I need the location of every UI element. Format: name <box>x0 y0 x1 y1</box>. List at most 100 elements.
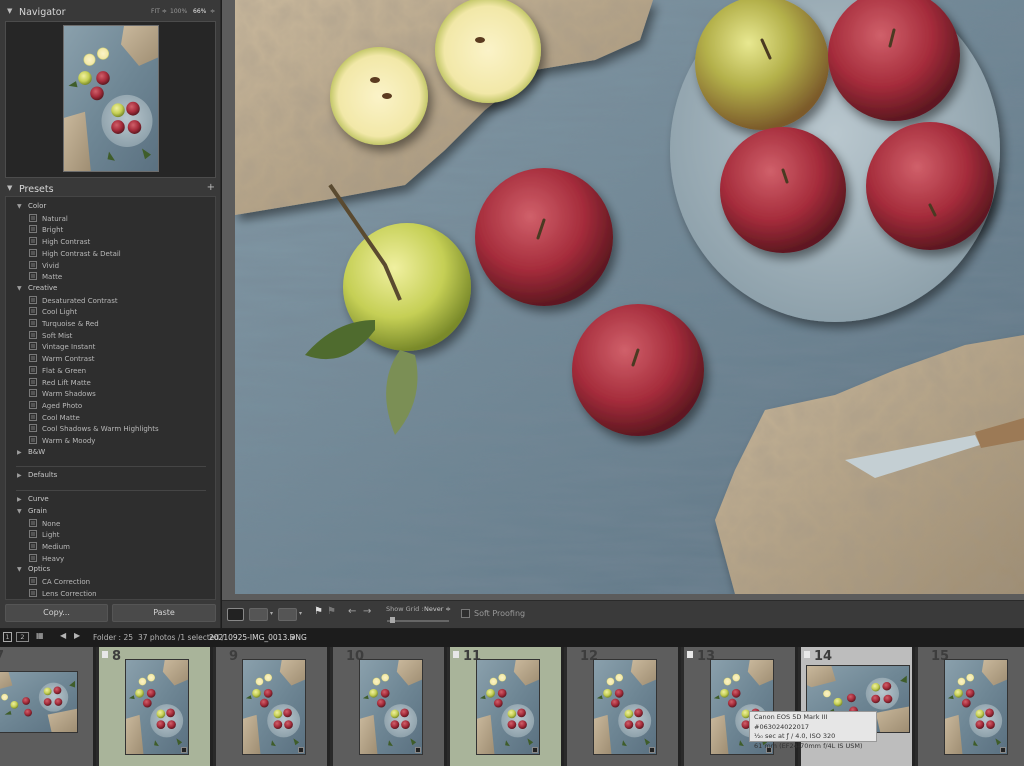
secondary-display-button[interactable]: 2 <box>16 632 29 642</box>
copy-button[interactable]: Copy... <box>5 604 108 622</box>
photo-thumbnail[interactable] <box>125 659 189 755</box>
collapsed-triangle-icon[interactable]: ▶ <box>17 449 22 456</box>
preset-group-defaults[interactable]: ▶ Defaults <box>17 471 57 482</box>
preset-item[interactable]: Red Lift Matte <box>29 377 91 389</box>
preset-item[interactable]: Flat & Green <box>29 365 87 377</box>
preset-item[interactable]: Turquoise & Red <box>29 319 99 330</box>
preset-item-label: Flat & Green <box>42 366 87 375</box>
preset-item[interactable]: High Contrast & Detail <box>29 248 121 260</box>
loupe-view-icon[interactable] <box>227 608 244 621</box>
preset-item[interactable]: Cool Light <box>29 307 77 318</box>
zoom-fit-option[interactable]: FIT ≑ <box>151 8 167 15</box>
forward-arrow-icon[interactable]: ▶ <box>74 631 80 640</box>
preset-item[interactable]: Lens Correction <box>29 588 97 599</box>
expanded-triangle-icon[interactable]: ▼ <box>17 203 22 210</box>
loupe-view[interactable] <box>222 0 1024 600</box>
chevron-down-icon[interactable]: ▾ <box>291 633 295 642</box>
preset-item[interactable]: Natural <box>29 213 68 225</box>
flag-icon[interactable]: ⚑ <box>314 606 323 617</box>
preset-icon <box>29 577 37 585</box>
arrow-left-icon[interactable]: ← <box>348 606 356 617</box>
primary-display-button[interactable]: 1 <box>3 632 12 642</box>
preset-item[interactable]: Aged Photo <box>29 400 82 412</box>
zoom-66-option[interactable]: 66% <box>193 8 206 15</box>
presets-list: ▼ Color Natural Bright High Contrast High Con… <box>5 196 216 600</box>
filmstrip-cell[interactable]: 7 <box>0 647 96 766</box>
filmstrip-cell[interactable]: 9 <box>216 647 330 766</box>
preset-group-optics[interactable]: ▼ Optics <box>17 565 50 576</box>
collapsed-triangle-icon[interactable]: ▶ <box>17 496 22 503</box>
photo-thumbnail[interactable] <box>476 659 540 755</box>
preset-item[interactable]: Light <box>29 530 59 541</box>
preset-item[interactable]: None <box>29 518 60 530</box>
preset-item[interactable]: CA Correction <box>29 577 90 588</box>
grid-slider-handle[interactable] <box>390 617 395 623</box>
preset-item-label: Desaturated Contrast <box>42 296 118 305</box>
edited-badge-icon <box>298 747 304 753</box>
grid-slider-track[interactable] <box>387 620 449 622</box>
main-photo[interactable] <box>235 0 1024 594</box>
filmstrip-info-bar: 1 2 ▦ ◀ ▶ Folder : 25 37 photos /1 selec… <box>0 629 1024 647</box>
preset-item[interactable]: Warm Contrast <box>29 354 94 365</box>
filmstrip-cell[interactable]: 12 <box>567 647 681 766</box>
pick-flag-icon[interactable] <box>804 651 810 658</box>
grid-view-icon[interactable]: ▦ <box>36 631 44 640</box>
preset-item[interactable]: Vivid <box>29 260 59 272</box>
preset-item[interactable]: Medium <box>29 541 70 553</box>
preset-item[interactable]: Desaturated Contrast <box>29 295 118 307</box>
preset-item[interactable]: Vintage Instant <box>29 342 95 353</box>
filmstrip-cell[interactable]: 10 <box>333 647 447 766</box>
preset-item[interactable]: Bright <box>29 225 63 236</box>
chevron-down-icon[interactable]: ▾ <box>299 610 302 617</box>
expanded-triangle-icon[interactable]: ▼ <box>17 508 22 515</box>
cell-index-number: 7 <box>0 649 4 664</box>
collapse-triangle-icon[interactable]: ▼ <box>7 184 12 192</box>
photo-thumbnail[interactable] <box>0 671 78 733</box>
arrow-right-icon[interactable]: → <box>363 606 371 617</box>
back-arrow-icon[interactable]: ◀ <box>60 631 66 640</box>
preset-item[interactable]: Warm & Moody <box>29 436 95 447</box>
navigator-header[interactable]: ▼ Navigator FIT ≑ 100% 66% ≑ <box>0 3 221 21</box>
expanded-triangle-icon[interactable]: ▼ <box>17 566 22 573</box>
navigator-thumbnail[interactable] <box>63 25 159 172</box>
add-preset-icon[interactable]: + <box>207 182 215 193</box>
photo-thumbnail[interactable] <box>944 659 1008 755</box>
zoom-more-option[interactable]: ≑ <box>210 8 215 15</box>
preset-item[interactable]: Cool Matte <box>29 412 80 424</box>
paste-button[interactable]: Paste <box>112 604 216 622</box>
zoom-100-option[interactable]: 100% <box>170 8 187 15</box>
filmstrip-cell[interactable]: 11 <box>450 647 564 766</box>
preset-group-color[interactable]: ▼ Color <box>17 202 46 213</box>
navigator-preview[interactable] <box>5 21 216 178</box>
pick-flag-icon[interactable] <box>687 651 693 658</box>
preset-item[interactable]: Cool Shadows & Warm Highlights <box>29 424 159 435</box>
collapsed-triangle-icon[interactable]: ▶ <box>17 472 22 479</box>
pick-flag-icon[interactable] <box>102 651 108 658</box>
soft-proofing-checkbox[interactable] <box>461 609 470 618</box>
expanded-triangle-icon[interactable]: ▼ <box>17 285 22 292</box>
photo-thumbnail[interactable] <box>242 659 306 755</box>
preset-item[interactable]: Soft Mist <box>29 330 72 342</box>
preset-group-b-w[interactable]: ▶ B&W <box>17 448 45 459</box>
preset-item-label: Natural <box>42 214 68 223</box>
preset-item[interactable]: Matte <box>29 272 62 283</box>
preset-group-curve[interactable]: ▶ Curve <box>17 495 49 506</box>
photo-thumbnail[interactable] <box>359 659 423 755</box>
preset-group-label: Curve <box>28 495 49 504</box>
pick-flag-icon[interactable] <box>453 651 459 658</box>
preset-group-creative[interactable]: ▼ Creative <box>17 284 57 295</box>
preset-item[interactable]: Heavy <box>29 553 64 565</box>
collapse-triangle-icon[interactable]: ▼ <box>7 7 12 15</box>
preset-group-grain[interactable]: ▼ Grain <box>17 507 47 518</box>
photo-thumbnail[interactable] <box>593 659 657 755</box>
before-after-icon[interactable] <box>249 608 268 621</box>
reject-flag-icon[interactable]: ⚑ <box>327 606 336 617</box>
preset-item-label: Matte <box>42 273 63 282</box>
preset-item[interactable]: Warm Shadows <box>29 389 96 400</box>
preset-item[interactable]: High Contrast <box>29 237 90 248</box>
compare-yy-icon[interactable] <box>278 608 297 621</box>
filmstrip-cell[interactable]: 15 <box>918 647 1024 766</box>
chevron-down-icon[interactable]: ▾ <box>270 610 273 617</box>
filmstrip-cell[interactable]: 8 <box>99 647 213 766</box>
show-grid-select[interactable]: Never ≑ <box>424 605 451 613</box>
